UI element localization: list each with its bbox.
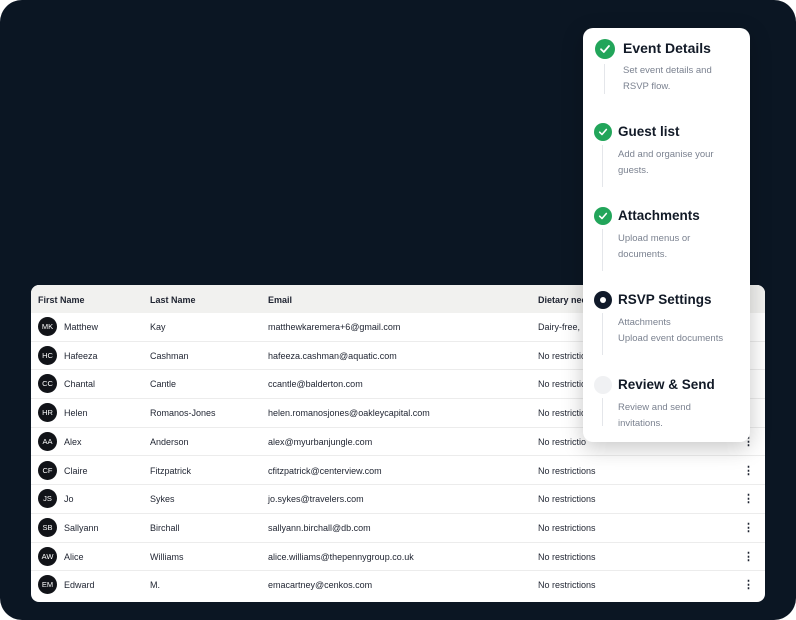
last-name-cell: Anderson	[150, 436, 189, 447]
email-cell: alex@myurbanjungle.com	[268, 436, 373, 447]
avatar: HC	[38, 345, 57, 365]
email-cell: matthewkaremera+6@gmail.com	[268, 322, 401, 332]
first-name-cell: Edward	[64, 580, 95, 591]
email-cell: jo.sykes@travelers.com	[268, 494, 364, 505]
step-description: Review and send invitations.	[618, 402, 691, 429]
last-name-cell: Birchall	[150, 522, 180, 533]
last-name-cell: Cantle	[150, 379, 177, 390]
setup-steps-panel: Event Details Set event details and RSVP…	[583, 28, 750, 442]
email-cell: helen.romanosjones@oakleycapital.com	[268, 408, 430, 419]
table-row[interactable]: JS Jo Sykes jo.sykes@travelers.com No re…	[31, 485, 765, 514]
step-connector	[604, 64, 605, 94]
last-name-cell: Sykes	[150, 494, 175, 505]
step-connector	[602, 313, 603, 355]
dietary-cell: No restrictions	[538, 522, 596, 533]
first-name-cell: Hafeeza	[64, 350, 98, 361]
avatar: MK	[38, 317, 57, 336]
avatar: AA	[38, 431, 57, 451]
check-circle-icon	[595, 39, 615, 59]
step-title: Review & Send	[618, 377, 715, 392]
app-canvas: First Name Last Name Email Dietary nee n…	[0, 0, 796, 620]
dietary-cell: No restrictio	[538, 379, 587, 390]
table-row[interactable]: SB Sallyann Birchall sallyann.birchall@d…	[31, 514, 765, 543]
step-title: Guest list	[618, 124, 680, 139]
first-name-cell: Alex	[64, 436, 82, 447]
step-title: Attachments	[618, 208, 700, 223]
avatar: HR	[38, 403, 57, 423]
dietary-cell: Dairy-free,	[538, 322, 581, 332]
email-cell: sallyann.birchall@db.com	[268, 522, 371, 533]
step-connector	[602, 398, 603, 426]
avatar: EM	[38, 575, 57, 595]
avatar: CF	[38, 460, 57, 480]
table-row[interactable]: EM Edward M. emacartney@cenkos.com No re…	[31, 571, 765, 600]
last-name-cell: Williams	[150, 551, 184, 562]
step-connector	[602, 145, 603, 187]
check-circle-icon	[594, 207, 612, 225]
step-description: Attachments Upload event documents	[618, 317, 724, 344]
avatar: SB	[38, 517, 57, 537]
kebab-menu-icon[interactable]: ⋮	[743, 522, 754, 534]
first-name-cell: Helen	[64, 408, 88, 419]
kebab-menu-icon[interactable]: ⋮	[743, 551, 754, 563]
dietary-cell: No restrictio	[538, 350, 587, 361]
check-circle-icon	[594, 123, 612, 141]
step-description: Upload menus or documents.	[618, 233, 691, 260]
last-name-cell: Cashman	[150, 350, 189, 361]
pending-step-circle-icon	[594, 376, 612, 394]
table-row[interactable]: CF Claire Fitzpatrick cfitzpatrick@cente…	[31, 457, 765, 486]
header-last-name[interactable]: Last Name	[150, 295, 196, 305]
kebab-menu-icon[interactable]: ⋮	[743, 465, 754, 477]
email-cell: cfitzpatrick@centerview.com	[268, 465, 382, 476]
header-first-name[interactable]: First Name	[38, 295, 85, 305]
kebab-menu-icon[interactable]: ⋮	[743, 579, 754, 591]
last-name-cell: Romanos-Jones	[150, 408, 216, 419]
first-name-cell: Alice	[64, 551, 84, 562]
dietary-cell: No restrictio	[538, 436, 587, 447]
last-name-cell: Fitzpatrick	[150, 465, 192, 476]
step-title: Event Details	[623, 40, 711, 56]
first-name-cell: Jo	[64, 494, 74, 505]
avatar: CC	[38, 374, 57, 394]
dietary-cell: No restrictions	[538, 580, 596, 591]
current-step-dot-icon	[594, 291, 612, 309]
kebab-menu-icon[interactable]: ⋮	[743, 493, 754, 505]
first-name-cell: Sallyann	[64, 522, 99, 533]
email-cell: hafeeza.cashman@aquatic.com	[268, 350, 397, 361]
step-connector	[602, 229, 603, 271]
avatar: AW	[38, 546, 57, 566]
first-name-cell: Chantal	[64, 379, 96, 390]
avatar: JS	[38, 489, 57, 509]
email-cell: emacartney@cenkos.com	[268, 580, 373, 591]
header-email[interactable]: Email	[268, 295, 292, 305]
step-description: Add and organise your guests.	[618, 149, 714, 176]
header-dietary[interactable]: Dietary nee	[538, 295, 587, 305]
dietary-cell: No restrictio	[538, 408, 587, 419]
dietary-cell: No restrictions	[538, 494, 596, 505]
last-name-cell: Kay	[150, 322, 166, 332]
dietary-cell: No restrictions	[538, 465, 596, 476]
step-title: RSVP Settings	[618, 292, 712, 307]
email-cell: alice.williams@thepennygroup.co.uk	[268, 551, 414, 562]
dietary-cell: No restrictions	[538, 551, 596, 562]
email-cell: ccantle@balderton.com	[268, 379, 363, 390]
last-name-cell: M.	[150, 580, 160, 591]
first-name-cell: Matthew	[64, 322, 99, 332]
step-description: Set event details and RSVP flow.	[623, 65, 712, 92]
table-row[interactable]: AW Alice Williams alice.williams@thepenn…	[31, 543, 765, 572]
first-name-cell: Claire	[64, 465, 88, 476]
